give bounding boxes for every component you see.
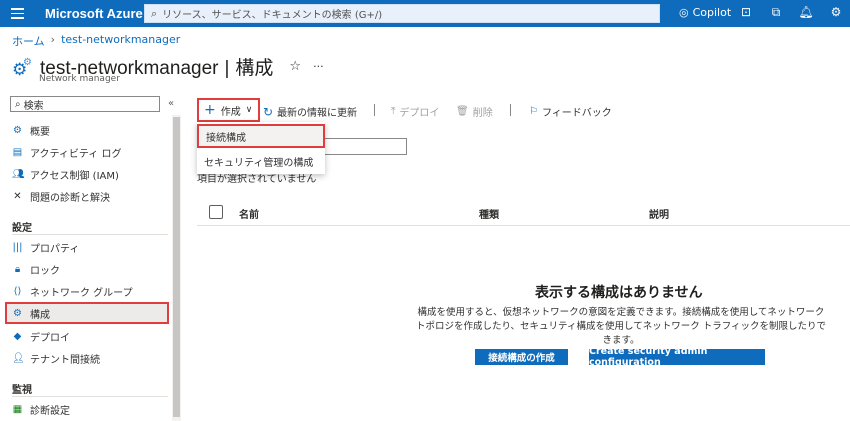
- create-connectivity-config-button[interactable]: 接続構成の作成: [475, 349, 568, 365]
- sidebar-item-label: テナント間接続: [30, 354, 100, 366]
- create-label: 作成: [220, 106, 241, 118]
- sidebar-scrollbar[interactable]: [172, 115, 181, 421]
- create-security-admin-config-button[interactable]: Create security admin configuration: [589, 346, 765, 368]
- upload-icon: ⤒: [391, 106, 396, 117]
- delete-label: 削除: [472, 108, 493, 119]
- gear-icon: ⚙: [13, 307, 22, 319]
- section-settings: 設定: [12, 223, 32, 234]
- empty-state-description: 構成を使用すると、仮想ネットワークの意図を定義できます。接続構成を使用してネット…: [415, 307, 827, 346]
- sidebar-item-diagnose[interactable]: ✕ 問題の診断と解決: [12, 187, 110, 205]
- sidebar-item-iam[interactable]: 👥︎ アクセス制御 (IAM): [12, 165, 119, 183]
- copilot-button[interactable]: ◎ Copilot: [679, 6, 731, 19]
- sidebar-item-label: 構成: [30, 309, 50, 321]
- sidebar-item-diagnostic-settings[interactable]: ▦ 診断設定: [12, 400, 70, 418]
- create-dropdown-menu: 接続構成 セキュリティ管理の構成: [197, 122, 325, 174]
- feedback-filter-icon[interactable]: ⧉: [768, 5, 784, 20]
- page-name: 構成: [235, 57, 274, 79]
- sidebar-item-properties[interactable]: ||| プロパティ: [12, 238, 79, 256]
- sidebar-item-cross-tenant[interactable]: 👤︎ テナント間接続: [12, 349, 100, 367]
- sidebar-item-label: ロック: [30, 265, 60, 277]
- sidebar-item-locks[interactable]: 🔒︎ ロック: [12, 260, 60, 278]
- sidebar-item-label: アクティビティ ログ: [30, 148, 122, 160]
- create-button[interactable]: + 作成 ∨: [197, 98, 260, 122]
- menu-item-connectivity-config[interactable]: 接続構成: [197, 124, 325, 148]
- title-separator: |: [224, 57, 230, 79]
- breadcrumb-home[interactable]: ホーム: [12, 33, 45, 49]
- chevron-down-icon: ∨: [245, 105, 253, 115]
- delete-button[interactable]: 🗑︎ 削除: [456, 104, 493, 119]
- cross-tenant-icon: 👤︎: [12, 352, 25, 364]
- column-type[interactable]: 種類: [479, 206, 499, 221]
- sidebar-item-label: プロパティ: [30, 243, 80, 255]
- star-icon[interactable]: ☆: [289, 59, 301, 74]
- copilot-icon: ◎: [679, 6, 689, 19]
- toolbar-separator: [374, 104, 375, 116]
- search-icon: ⌕: [15, 98, 21, 110]
- brand-link[interactable]: Microsoft Azure: [45, 6, 143, 21]
- section-monitoring: 監視: [12, 385, 32, 396]
- select-all-checkbox[interactable]: [209, 205, 223, 219]
- activity-log-icon: ▤: [12, 146, 23, 158]
- column-description[interactable]: 説明: [649, 206, 669, 221]
- sidebar-item-label: 問題の診断と解決: [30, 192, 110, 204]
- gear-icon[interactable]: ⚙: [828, 5, 844, 20]
- divider: [12, 234, 168, 235]
- resource-type: Network manager: [39, 74, 120, 84]
- more-icon[interactable]: ···: [313, 60, 324, 73]
- refresh-icon: ↻: [263, 104, 274, 119]
- menu-icon[interactable]: [0, 0, 34, 27]
- divider: [12, 396, 168, 397]
- global-search-input[interactable]: ⌕ リソース、サービス、ドキュメントの検索 (G+/): [144, 4, 660, 23]
- trash-icon: 🗑︎: [456, 106, 469, 117]
- toolbar-separator: [510, 104, 511, 116]
- network-group-icon: ⟨⟩: [13, 285, 22, 297]
- lock-icon: 🔒︎: [14, 263, 21, 275]
- collapse-sidebar-icon[interactable]: «: [168, 98, 174, 109]
- people-icon: 👥︎: [12, 168, 25, 180]
- sidebar-item-label: ネットワーク グループ: [30, 287, 133, 299]
- scrollbar-thumb[interactable]: [173, 117, 180, 417]
- properties-icon: |||: [12, 241, 23, 253]
- cube-icon: ◆: [13, 330, 22, 342]
- wrench-icon: ✕: [13, 190, 22, 202]
- sidebar-item-activity-log[interactable]: ▤ アクティビティ ログ: [12, 143, 122, 161]
- terminal-icon[interactable]: ⊡: [738, 5, 754, 20]
- sidebar-search-input[interactable]: ⌕ 検索: [10, 96, 160, 112]
- sidebar-item-label: アクセス制御 (IAM): [30, 170, 119, 182]
- global-search-placeholder: リソース、サービス、ドキュメントの検索 (G+/): [162, 10, 383, 21]
- empty-state-title: 表示する構成はありません: [535, 285, 703, 301]
- diagnostic-settings-icon: ▦: [12, 403, 23, 415]
- refresh-label: 最新の情報に更新: [277, 108, 358, 119]
- sidebar-item-overview[interactable]: ⚙ 概要: [12, 121, 50, 139]
- deploy-label: デプロイ: [399, 108, 440, 119]
- copilot-label: Copilot: [692, 6, 732, 19]
- sidebar-item-network-groups[interactable]: ⟨⟩ ネットワーク グループ: [12, 282, 133, 300]
- sidebar-search-label: 検索: [23, 100, 44, 112]
- breadcrumb: ホーム › test-networkmanager: [12, 33, 180, 49]
- overview-icon: ⚙: [13, 124, 22, 136]
- table-header: 名前 種類 説明: [197, 200, 850, 226]
- sidebar-item-label: 概要: [30, 126, 50, 138]
- search-icon: ⌕: [151, 6, 158, 20]
- plus-icon: +: [204, 102, 216, 118]
- breadcrumb-current[interactable]: test-networkmanager: [61, 33, 180, 49]
- sidebar-item-deployments[interactable]: ◆ デプロイ: [12, 327, 70, 345]
- column-name[interactable]: 名前: [239, 206, 259, 221]
- bell-icon[interactable]: 🔔︎: [798, 5, 814, 20]
- feedback-button[interactable]: ⚐ フィードバック: [529, 104, 612, 119]
- refresh-button[interactable]: ↻ 最新の情報に更新: [263, 104, 358, 120]
- network-manager-icon: ⚙ ⚙: [12, 57, 32, 80]
- chevron-right-icon: ›: [50, 33, 56, 46]
- sidebar-item-label: 診断設定: [30, 405, 70, 417]
- feedback-label: フィードバック: [541, 108, 612, 119]
- sidebar-item-label: デプロイ: [30, 332, 70, 344]
- feedback-icon: ⚐: [529, 106, 538, 117]
- deploy-button[interactable]: ⤒ デプロイ: [391, 104, 439, 119]
- sidebar-item-configurations[interactable]: ⚙ 構成: [12, 304, 50, 322]
- menu-item-security-admin-config[interactable]: セキュリティ管理の構成: [197, 149, 325, 173]
